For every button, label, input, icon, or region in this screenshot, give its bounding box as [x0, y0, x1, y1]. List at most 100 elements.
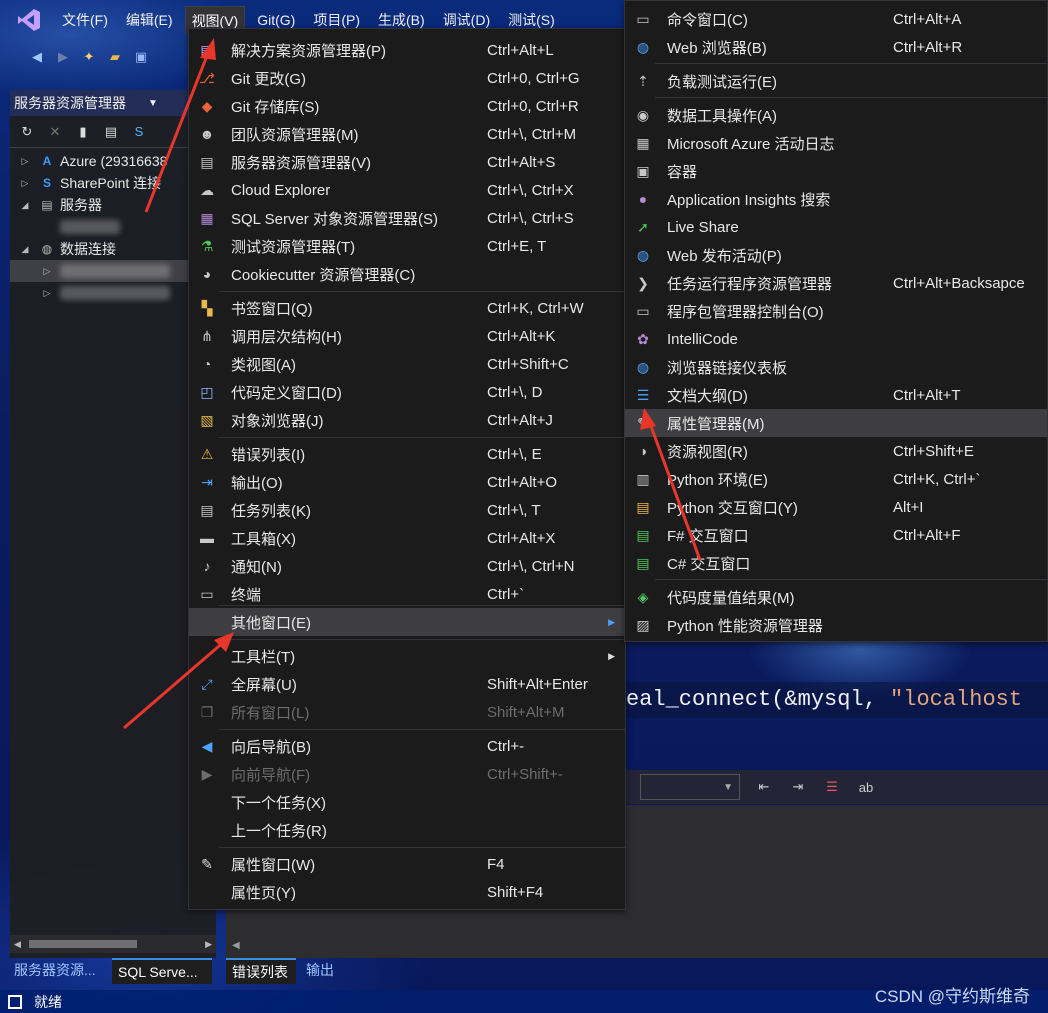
save-icon[interactable]: ▣ — [132, 48, 150, 66]
sharepoint-connect-icon[interactable]: S — [130, 123, 148, 141]
tree-item-azure[interactable]: ▷ A Azure (29316638 — [10, 150, 216, 172]
refresh-icon[interactable]: ↻ — [18, 123, 36, 141]
menu-item-代码度量值结果[interactable]: ◈ 代码度量值结果(M) — [625, 583, 1047, 611]
menu-item-python-交互窗口[interactable]: ▤ Python 交互窗口(Y) Alt+I — [625, 493, 1047, 521]
menu-item-浏览器链接仪表板[interactable]: ◍ 浏览器链接仪表板 — [625, 353, 1047, 381]
menu-item-intellicode[interactable]: ✿ IntelliCode — [625, 325, 1047, 353]
menu-item-属性管理器[interactable]: ✎ 属性管理器(M) — [625, 409, 1047, 437]
tab-sql-server[interactable]: SQL Serve... — [112, 958, 212, 984]
expander-icon[interactable]: ◢ — [18, 244, 32, 255]
menu-item-上一个任务[interactable]: 上一个任务(R) — [189, 816, 625, 844]
menu-item-通知[interactable]: ♪ 通知(N) Ctrl+\, Ctrl+N — [189, 552, 625, 580]
menu-item-解决方案资源管理器[interactable]: ▤ 解决方案资源管理器(P) Ctrl+Alt+L — [189, 36, 625, 64]
menu-item-cloud-explorer[interactable]: ☁ Cloud Explorer Ctrl+\, Ctrl+X — [189, 176, 625, 204]
menu-item-c-交互窗口[interactable]: ▤ C# 交互窗口 — [625, 549, 1047, 577]
word-wrap-icon[interactable]: ab — [856, 777, 876, 797]
scroll-left-icon[interactable]: ◀ — [14, 939, 21, 950]
menu-item-类视图[interactable]: ◔ 类视图(A) Ctrl+Shift+C — [189, 350, 625, 378]
stop-icon[interactable]: ✕ — [46, 123, 64, 141]
menu-item-测试资源管理器[interactable]: ⚗ 测试资源管理器(T) Ctrl+E, T — [189, 232, 625, 260]
menu-item-工具箱[interactable]: ▬ 工具箱(X) Ctrl+Alt+X — [189, 524, 625, 552]
indent-icon[interactable]: ⇤ — [754, 777, 774, 797]
menu-item-label: Microsoft Azure 活动日志 — [667, 135, 835, 153]
tree-item-data-connections[interactable]: ◢ ◍ 数据连接 — [10, 238, 216, 260]
menu-item-书签窗口[interactable]: ▚ 书签窗口(Q) Ctrl+K, Ctrl+W — [189, 294, 625, 322]
menu-item-容器[interactable]: ▣ 容器 — [625, 157, 1047, 185]
connect-server-icon[interactable]: ▤ — [102, 123, 120, 141]
tree-item-connection[interactable]: ▷ — [10, 282, 216, 304]
menu-item-label: 输出(O) — [231, 474, 283, 492]
menu-item-其他窗口[interactable]: 其他窗口(E) ▶ — [189, 608, 625, 636]
menu-item-工具栏[interactable]: 工具栏(T) ▶ — [189, 642, 625, 670]
csharp-interactive-icon: ▤ — [636, 554, 650, 571]
menu-item-属性页[interactable]: 属性页(Y) Shift+F4 — [189, 878, 625, 906]
code-editor-line[interactable]: eal_connect(&mysql, "localhost — [626, 682, 1048, 718]
outdent-icon[interactable]: ⇥ — [788, 777, 808, 797]
expander-icon[interactable]: ▷ — [40, 266, 54, 277]
menu-item-shortcut: Ctrl+Alt+F — [893, 526, 961, 544]
menu-item-命令窗口[interactable]: ▭ 命令窗口(C) Ctrl+Alt+A — [625, 5, 1047, 33]
menu-item-python-性能资源管理器[interactable]: ▨ Python 性能资源管理器 — [625, 611, 1047, 639]
menu-item-任务运行程序资源管理器[interactable]: ❯ 任务运行程序资源管理器 Ctrl+Alt+Backsapce — [625, 269, 1047, 297]
connect-database-icon[interactable]: ▮ — [74, 123, 92, 141]
menu-item-shortcut: Ctrl+Alt+O — [487, 473, 558, 491]
menu-item-数据工具操作[interactable]: ◉ 数据工具操作(A) — [625, 101, 1047, 129]
menu-item-label: Live Share — [667, 218, 739, 236]
tree-item-servers[interactable]: ◢ ▤ 服务器 — [10, 194, 216, 216]
menu-item-代码定义窗口[interactable]: ◰ 代码定义窗口(D) Ctrl+\, D — [189, 378, 625, 406]
menu-item-资源视图[interactable]: ◑ 资源视图(R) Ctrl+Shift+E — [625, 437, 1047, 465]
menu-item-属性窗口[interactable]: ✎ 属性窗口(W) F4 — [189, 850, 625, 878]
menu-item-错误列表[interactable]: ⚠ 错误列表(I) Ctrl+\, E — [189, 440, 625, 468]
panel-dropdown-icon[interactable]: ▼ — [148, 98, 158, 109]
menu-item-向后导航[interactable]: ◀ 向后导航(B) Ctrl+- — [189, 732, 625, 760]
menu-item-文档大纲[interactable]: ☰ 文档大纲(D) Ctrl+Alt+T — [625, 381, 1047, 409]
tab-error-list[interactable]: 错误列表 — [226, 958, 296, 984]
tab-server-explorer[interactable]: 服务器资源... — [8, 958, 108, 984]
scope-dropdown[interactable]: ▼ — [640, 774, 740, 800]
menu-item-git-存储库[interactable]: ◆ Git 存储库(S) Ctrl+0, Ctrl+R — [189, 92, 625, 120]
menu-item-web-发布活动[interactable]: ◍ Web 发布活动(P) — [625, 241, 1047, 269]
menu-item-microsoft-azure-活动日志[interactable]: ▦ Microsoft Azure 活动日志 — [625, 129, 1047, 157]
horizontal-scrollbar[interactable]: ◀ ▶ — [10, 935, 216, 953]
code-definition-icon: ◰ — [200, 383, 214, 400]
menu-item-调用层次结构[interactable]: ⋔ 调用层次结构(H) Ctrl+Alt+K — [189, 322, 625, 350]
menu-item-输出[interactable]: ⇥ 输出(O) Ctrl+Alt+O — [189, 468, 625, 496]
menu-item-终端[interactable]: ▭ 终端 Ctrl+` — [189, 580, 625, 608]
scroll-right-icon[interactable]: ▶ — [205, 939, 212, 950]
menu-item-全屏幕[interactable]: ⤢ 全屏幕(U) Shift+Alt+Enter — [189, 670, 625, 698]
tree-item-connection-selected[interactable]: ▷ — [10, 260, 216, 282]
menu-item-cookiecutter-资源管理器[interactable]: ◕ Cookiecutter 资源管理器(C) — [189, 260, 625, 288]
menu-item-f-交互窗口[interactable]: ▤ F# 交互窗口 Ctrl+Alt+F — [625, 521, 1047, 549]
expander-icon[interactable]: ◢ — [18, 200, 32, 211]
back-icon[interactable]: ◀ — [28, 48, 46, 66]
menu-item-服务器资源管理器[interactable]: ▤ 服务器资源管理器(V) Ctrl+Alt+S — [189, 148, 625, 176]
scrollbar-thumb[interactable] — [28, 940, 137, 948]
menu-item-程序包管理器控制台[interactable]: ▭ 程序包管理器控制台(O) — [625, 297, 1047, 325]
forward-icon[interactable]: ▶ — [54, 48, 72, 66]
expander-icon[interactable]: ▷ — [18, 156, 32, 167]
menu-item-对象浏览器[interactable]: ▧ 对象浏览器(J) Ctrl+Alt+J — [189, 406, 625, 434]
menu-item-负载测试运行[interactable]: ⇡ 负载测试运行(E) — [625, 67, 1047, 95]
tree-item-sharepoint[interactable]: ▷ S SharePoint 连接 — [10, 172, 216, 194]
menu-item-git-更改[interactable]: ⎇ Git 更改(G) Ctrl+0, Ctrl+G — [189, 64, 625, 92]
expander-icon[interactable]: ▷ — [40, 288, 54, 299]
menu-item-sql-server-对象资源管理器[interactable]: ▦ SQL Server 对象资源管理器(S) Ctrl+\, Ctrl+S — [189, 204, 625, 232]
tab-output[interactable]: 输出 — [300, 958, 342, 984]
scroll-left-icon[interactable]: ◀ — [226, 935, 256, 955]
tree-item-redacted[interactable] — [10, 216, 216, 238]
menu-item-下一个任务[interactable]: 下一个任务(X) — [189, 788, 625, 816]
menu-item-live-share[interactable]: ➚ Live Share — [625, 213, 1047, 241]
menu-item-团队资源管理器[interactable]: ☻ 团队资源管理器(M) Ctrl+\, Ctrl+M — [189, 120, 625, 148]
menu-edit[interactable]: 编辑(E) — [120, 6, 179, 34]
menu-file[interactable]: 文件(F) — [56, 6, 114, 34]
python-interactive-icon: ▤ — [636, 498, 650, 515]
visual-studio-logo-icon[interactable] — [16, 7, 42, 33]
menu-item-任务列表[interactable]: ▤ 任务列表(K) Ctrl+\, T — [189, 496, 625, 524]
comment-icon[interactable]: ☰ — [822, 777, 842, 797]
menu-item-web-浏览器[interactable]: ◍ Web 浏览器(B) Ctrl+Alt+R — [625, 33, 1047, 61]
open-folder-icon[interactable]: ▰ — [106, 48, 124, 66]
menu-item-python-环境[interactable]: ▥ Python 环境(E) Ctrl+K, Ctrl+` — [625, 465, 1047, 493]
expander-icon[interactable]: ▷ — [18, 178, 32, 189]
new-project-icon[interactable]: ✦ — [80, 48, 98, 66]
menu-item-application-insights-搜索[interactable]: ● Application Insights 搜索 — [625, 185, 1047, 213]
